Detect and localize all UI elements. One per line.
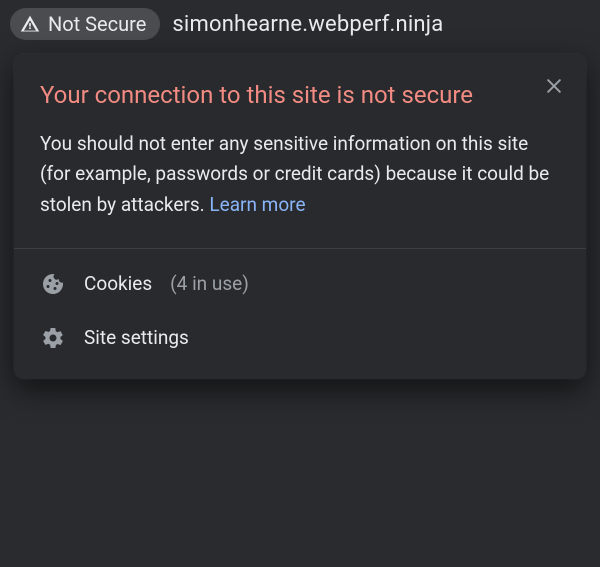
cookie-icon	[40, 271, 66, 297]
gear-icon	[40, 325, 66, 351]
address-bar: Not Secure simonhearne.webperf.ninja	[0, 0, 600, 48]
popover-title: Your connection to this site is not secu…	[40, 78, 526, 113]
site-settings-row[interactable]: Site settings	[14, 311, 586, 365]
learn-more-link[interactable]: Learn more	[209, 193, 305, 216]
cookies-label: Cookies	[84, 272, 152, 295]
popover-body: You should not enter any sensitive infor…	[14, 123, 586, 242]
warning-triangle-icon	[20, 14, 40, 34]
divider	[14, 248, 586, 249]
cookies-count: (4 in use)	[170, 272, 249, 295]
cookies-row[interactable]: Cookies (4 in use)	[14, 257, 586, 311]
page-info-popover: Your connection to this site is not secu…	[14, 54, 586, 379]
security-status-label: Not Secure	[48, 12, 146, 36]
popover-header: Your connection to this site is not secu…	[14, 54, 586, 123]
address-url[interactable]: simonhearne.webperf.ninja	[172, 12, 443, 37]
security-status-chip[interactable]: Not Secure	[10, 8, 160, 40]
site-settings-label: Site settings	[84, 326, 189, 349]
close-button[interactable]	[538, 72, 570, 104]
close-icon	[544, 76, 564, 100]
